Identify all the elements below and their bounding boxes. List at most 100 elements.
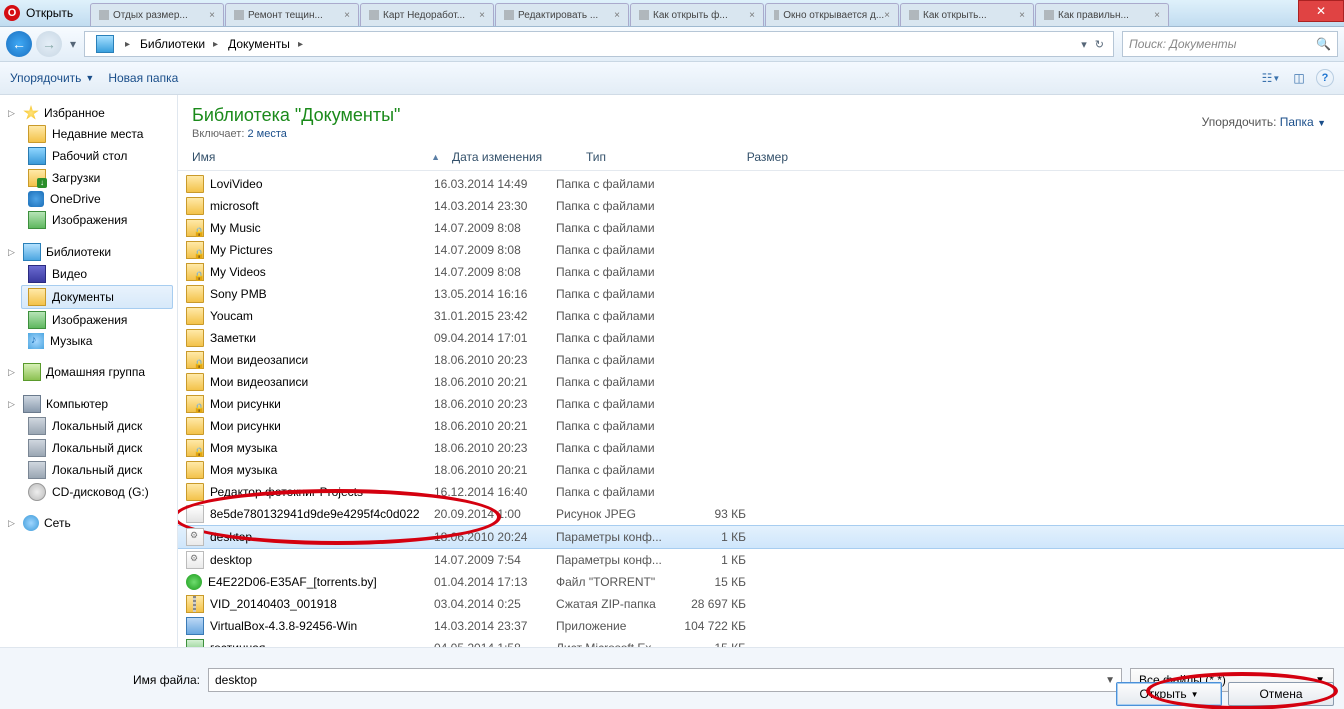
organize-button[interactable]: Упорядочить▼ [10,71,94,85]
music-icon [28,333,44,349]
sidebar-item-images[interactable]: Изображения [8,309,173,331]
drive-icon [28,417,46,435]
cd-icon [28,483,46,501]
file-row[interactable]: Моя музыка18.06.2010 20:21Папка с файлам… [178,459,1344,481]
file-row[interactable]: Заметки09.04.2014 17:01Папка с файлами [178,327,1344,349]
file-row[interactable]: Редактор фотокниг Projects16.12.2014 16:… [178,481,1344,503]
sidebar-item-videos[interactable]: Видео [8,263,173,285]
file-type: Файл "TORRENT" [556,575,676,589]
refresh-icon[interactable]: ↻ [1092,38,1107,51]
file-row[interactable]: Sony PMB13.05.2014 16:16Папка с файлами [178,283,1344,305]
sidebar-item-cd[interactable]: CD-дисковод (G:) [8,481,173,503]
sidebar-item-onedrive[interactable]: OneDrive [8,189,173,209]
file-size: 28 697 КБ [676,597,746,611]
col-date[interactable]: Дата изменения [446,148,580,166]
file-row[interactable]: Моя музыка18.06.2010 20:23Папка с файлам… [178,437,1344,459]
file-icon [186,639,204,647]
browser-tab[interactable]: Отдых размер...× [90,3,224,26]
file-type: Папка с файлами [556,287,676,301]
breadcrumb-dropdown-icon[interactable]: ▾ [1078,38,1090,51]
file-row[interactable]: Мои рисунки18.06.2010 20:23Папка с файла… [178,393,1344,415]
browser-tab[interactable]: Карт Недоработ...× [360,3,494,26]
browser-tab[interactable]: Как правильн...× [1035,3,1169,26]
view-options-button[interactable]: ☷ ▼ [1260,67,1282,89]
file-row[interactable]: 8e5de780132941d9de9e4295f4c0d02220.09.20… [178,503,1344,525]
file-date: 16.03.2014 14:49 [434,177,556,191]
file-row[interactable]: My Pictures14.07.2009 8:08Папка с файлам… [178,239,1344,261]
help-icon[interactable]: ? [1316,69,1334,87]
file-row[interactable]: гостинная04.05.2014 1:58Лист Microsoft E… [178,637,1344,647]
file-row[interactable]: Youcam31.01.2015 23:42Папка с файлами [178,305,1344,327]
includes-link[interactable]: 2 места [247,128,286,140]
file-name: My Music [210,221,261,235]
file-name: Мои рисунки [210,419,281,433]
file-name: LoviVideo [210,177,263,191]
sidebar-item-downloads[interactable]: Загрузки [8,167,173,189]
sidebar-item-music[interactable]: Музыка [8,331,173,351]
breadcrumb[interactable]: ▸ Библиотеки▸ Документы▸ ▾↻ [84,31,1114,57]
sidebar-item-pictures[interactable]: Изображения [8,209,173,231]
sidebar-item-documents[interactable]: Документы [21,285,173,309]
file-icon [186,373,204,391]
sidebar-homegroup[interactable]: ▷Домашняя группа [8,361,173,383]
sidebar-item-recent[interactable]: Недавние места [8,123,173,145]
sidebar-computer[interactable]: ▷Компьютер [8,393,173,415]
file-row[interactable]: My Music14.07.2009 8:08Папка с файлами [178,217,1344,239]
file-icon [186,595,204,613]
file-date: 18.06.2010 20:21 [434,375,556,389]
browser-tab[interactable]: Окно открывается д...× [765,3,899,26]
nav-back-button[interactable]: ← [6,31,32,57]
search-input[interactable]: Поиск: Документы 🔍 [1122,31,1338,57]
file-type: Папка с файлами [556,397,676,411]
open-button[interactable]: Открыть ▼ [1116,682,1222,706]
drive-icon [28,461,46,479]
file-name: desktop [210,553,252,567]
col-size[interactable]: Размер [712,148,794,166]
filename-input[interactable]: desktop▼ [208,668,1122,692]
desktop-icon [28,147,46,165]
file-row[interactable]: Мои рисунки18.06.2010 20:21Папка с файла… [178,415,1344,437]
browser-tab[interactable]: Редактировать ...× [495,3,629,26]
sidebar-item-drive[interactable]: Локальный диск [8,459,173,481]
new-folder-button[interactable]: Новая папка [108,71,178,85]
sidebar-favorites[interactable]: ▷Избранное [8,103,173,123]
file-row[interactable]: VID_20140403_00191803.04.2014 0:25Сжатая… [178,593,1344,615]
window-close-button[interactable]: ✕ [1298,0,1344,22]
chevron-down-icon[interactable]: ▼ [1105,675,1115,686]
sidebar-item-drive[interactable]: Локальный диск [8,437,173,459]
file-row[interactable]: microsoft14.03.2014 23:30Папка с файлами [178,195,1344,217]
file-icon [186,307,204,325]
col-name[interactable]: Имя▲ [186,148,446,166]
file-row[interactable]: Мои видеозаписи18.06.2010 20:23Папка с ф… [178,349,1344,371]
sidebar-network[interactable]: ▷Сеть [8,513,173,533]
column-headers: Имя▲ Дата изменения Тип Размер [178,144,1344,171]
breadcrumb-seg[interactable]: Библиотеки [133,32,210,56]
window-title: Открыть [26,6,73,20]
arrange-by[interactable]: Упорядочить: Папка ▼ [1202,115,1326,129]
file-icon [186,483,204,501]
file-date: 01.04.2014 17:13 [434,575,556,589]
cancel-button[interactable]: Отмена [1228,682,1334,706]
browser-tab[interactable]: Как открыть ф...× [630,3,764,26]
file-row[interactable]: VirtualBox-4.3.8-92456-Win14.03.2014 23:… [178,615,1344,637]
breadcrumb-seg[interactable]: Документы [221,32,295,56]
file-row[interactable]: desktop18.06.2010 20:24Параметры конф...… [178,525,1344,549]
col-type[interactable]: Тип [580,148,712,166]
file-row[interactable]: Мои видеозаписи18.06.2010 20:21Папка с ф… [178,371,1344,393]
sidebar-item-desktop[interactable]: Рабочий стол [8,145,173,167]
file-row[interactable]: desktop14.07.2009 7:54Параметры конф...1… [178,549,1344,571]
file-date: 14.07.2009 8:08 [434,265,556,279]
sidebar-libraries[interactable]: ▷Библиотеки [8,241,173,263]
preview-pane-button[interactable]: ◫ [1288,67,1310,89]
nav-forward-button[interactable]: → [36,31,62,57]
file-date: 14.07.2009 8:08 [434,221,556,235]
sidebar-item-drive[interactable]: Локальный диск [8,415,173,437]
file-date: 14.07.2009 8:08 [434,243,556,257]
nav-history-dropdown[interactable]: ▾ [66,37,80,51]
file-row[interactable]: LoviVideo16.03.2014 14:49Папка с файлами [178,173,1344,195]
video-icon [28,265,46,283]
browser-tab[interactable]: Ремонт тещин...× [225,3,359,26]
file-row[interactable]: E4E22D06-E35AF_[torrents.by]01.04.2014 1… [178,571,1344,593]
browser-tab[interactable]: Как открыть...× [900,3,1034,26]
file-row[interactable]: My Videos14.07.2009 8:08Папка с файлами [178,261,1344,283]
